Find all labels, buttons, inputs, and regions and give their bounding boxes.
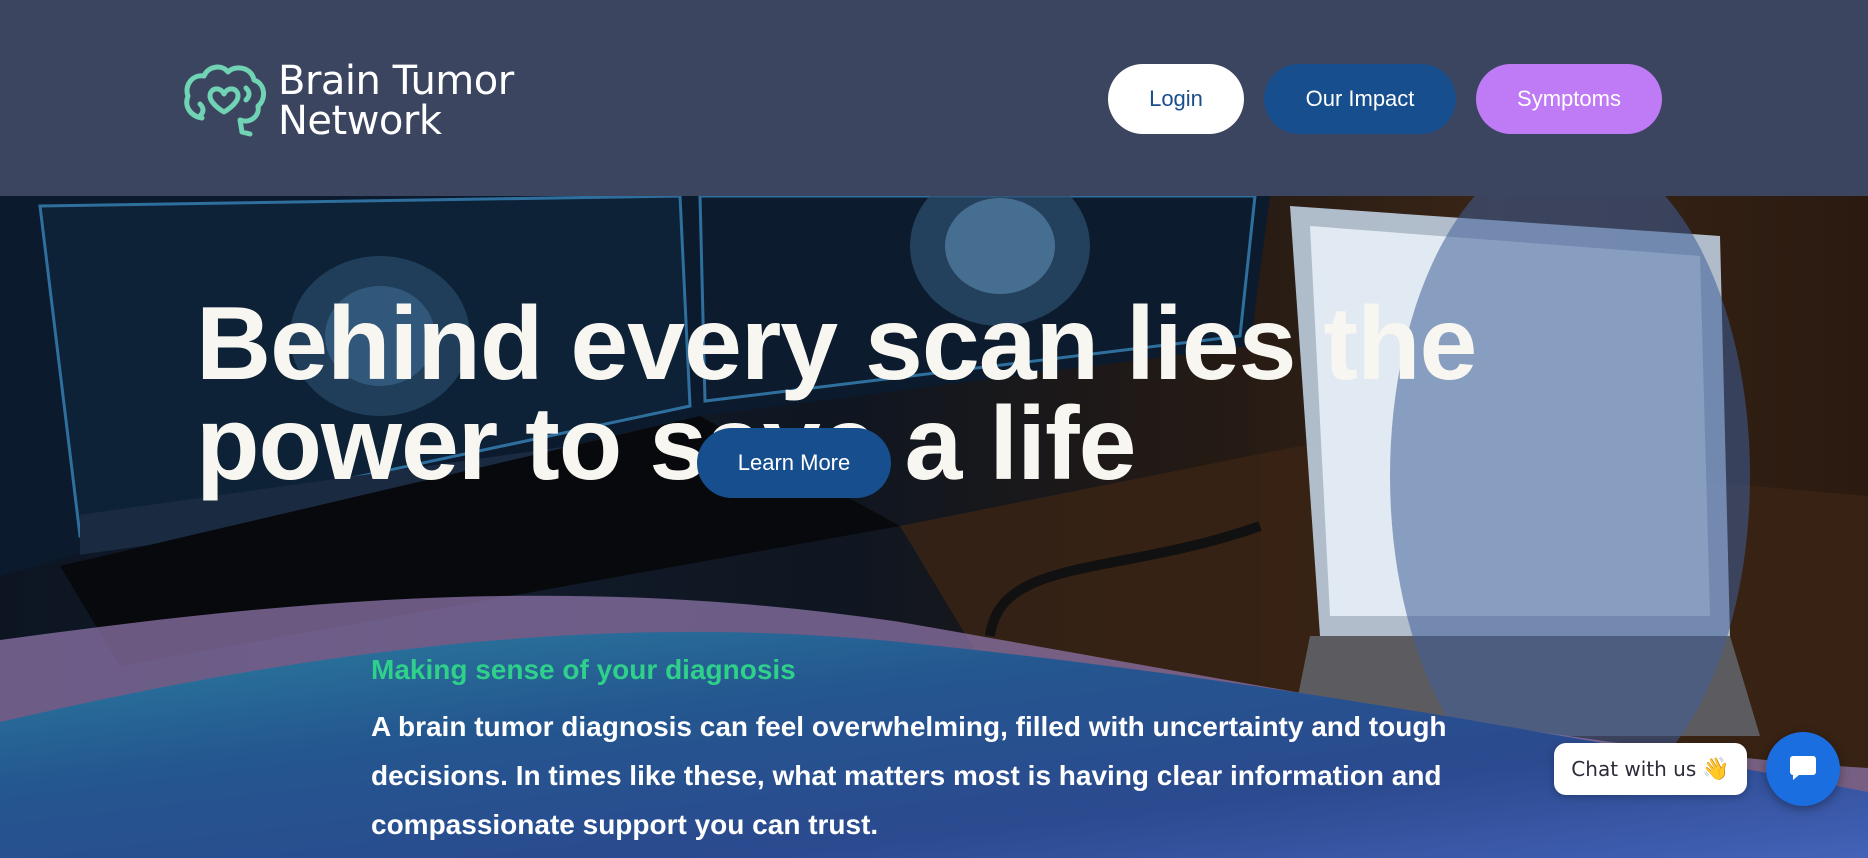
chat-label: Chat with us	[1571, 757, 1697, 781]
chat-launcher-button[interactable]	[1766, 732, 1840, 806]
learn-more-button[interactable]: Learn More	[697, 428, 891, 498]
waving-hand-icon: 👋	[1702, 756, 1730, 782]
site-logo[interactable]: Brain Tumor Network	[180, 58, 514, 143]
site-header: Brain Tumor Network Login Our Impact Sym…	[0, 0, 1868, 196]
logo-line-2: Network	[278, 97, 442, 144]
intro-section: Making sense of your diagnosis A brain t…	[371, 654, 1471, 849]
intro-body: A brain tumor diagnosis can feel overwhe…	[371, 711, 1447, 840]
our-impact-button[interactable]: Our Impact	[1264, 64, 1456, 134]
hero-headline: Behind every scan lies the power to save…	[196, 286, 1477, 502]
symptoms-button[interactable]: Symptoms	[1476, 64, 1662, 134]
header-nav: Login Our Impact Symptoms	[1108, 64, 1662, 134]
intro-kicker: Making sense of your diagnosis	[371, 654, 796, 685]
chat-with-us-bubble[interactable]: Chat with us 👋	[1554, 743, 1747, 795]
brain-heart-icon	[180, 58, 270, 143]
login-button[interactable]: Login	[1108, 64, 1244, 134]
logo-line-1: Brain Tumor	[278, 57, 514, 104]
chat-icon	[1788, 752, 1818, 787]
logo-wordmark: Brain Tumor Network	[278, 61, 514, 141]
